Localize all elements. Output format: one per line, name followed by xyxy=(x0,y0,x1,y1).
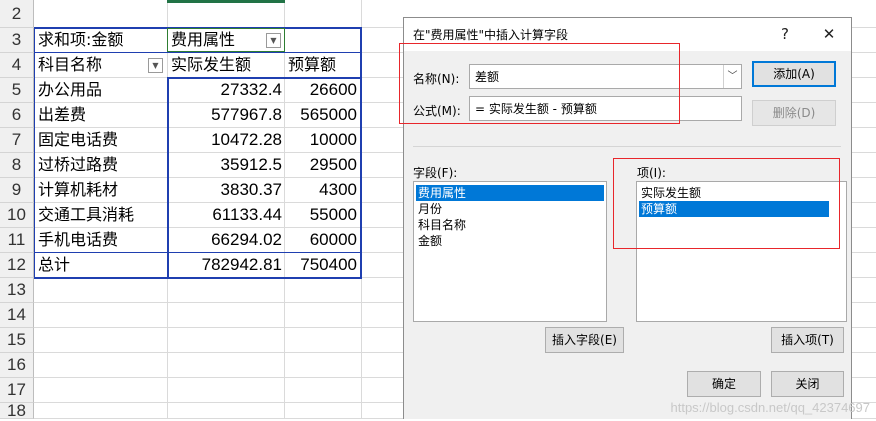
row-header[interactable]: 6 xyxy=(0,103,34,128)
total-label[interactable]: 总计 xyxy=(38,253,70,277)
watermark: https://blog.csdn.net/qq_42374697 xyxy=(670,400,871,415)
actual-value[interactable]: 61133.44 xyxy=(171,203,282,227)
insert-field-button[interactable]: 插入字段(E) xyxy=(545,327,624,353)
budget-value[interactable]: 565000 xyxy=(284,103,357,127)
list-item[interactable]: 月份 xyxy=(416,201,604,217)
row-label[interactable]: 出差费 xyxy=(38,103,86,127)
actual-value[interactable]: 577967.8 xyxy=(171,103,282,127)
budget-value[interactable]: 4300 xyxy=(284,178,357,202)
pivot-row-field[interactable]: 科目名称 xyxy=(38,53,102,77)
insert-item-button[interactable]: 插入项(T) xyxy=(771,327,844,353)
row-label[interactable]: 计算机耗材 xyxy=(38,178,118,202)
row-header[interactable]: 15 xyxy=(0,328,34,353)
row-label[interactable]: 交通工具消耗 xyxy=(38,203,134,227)
row-label[interactable]: 办公用品 xyxy=(38,78,102,102)
row-header[interactable]: 11 xyxy=(0,228,34,253)
row-label[interactable]: 过桥过路费 xyxy=(38,153,118,177)
close-button[interactable]: 关闭 xyxy=(771,371,844,397)
row-header[interactable]: 10 xyxy=(0,203,34,228)
highlight-box xyxy=(399,43,680,124)
row-header[interactable]: 3 xyxy=(0,28,34,53)
row-header[interactable]: 16 xyxy=(0,353,34,378)
list-item[interactable]: 费用属性 xyxy=(416,185,604,201)
row-header[interactable]: 13 xyxy=(0,278,34,303)
budget-value[interactable]: 55000 xyxy=(284,203,357,227)
actual-value[interactable]: 35912.5 xyxy=(171,153,282,177)
help-icon[interactable]: ? xyxy=(774,23,796,45)
fields-listbox[interactable]: 费用属性 月份 科目名称 金额 xyxy=(413,181,607,322)
budget-value[interactable]: 29500 xyxy=(284,153,357,177)
list-item[interactable]: 金额 xyxy=(416,233,604,249)
actual-value[interactable]: 27332.4 xyxy=(171,78,282,102)
row-header[interactable]: 5 xyxy=(0,78,34,103)
row-label[interactable]: 固定电话费 xyxy=(38,128,118,152)
row-field-filter-button[interactable]: ▼ xyxy=(148,58,163,73)
budget-value[interactable]: 26600 xyxy=(284,78,357,102)
pivot-sum-label[interactable]: 求和项:金额 xyxy=(38,28,123,52)
dialog-title: 在"费用属性"中插入计算字段 xyxy=(413,28,569,42)
row-header[interactable]: 4 xyxy=(0,53,34,78)
row-header[interactable]: 2 xyxy=(0,0,34,28)
row-header[interactable]: 7 xyxy=(0,128,34,153)
active-column-indicator xyxy=(167,0,285,3)
budget-value[interactable]: 10000 xyxy=(284,128,357,152)
add-button[interactable]: 添加(A) xyxy=(752,61,836,87)
actual-value[interactable]: 66294.02 xyxy=(171,228,282,252)
fields-label: 字段(F): xyxy=(413,166,458,180)
col-header-actual[interactable]: 实际发生额 xyxy=(171,53,251,77)
delete-button[interactable]: 删除(D) xyxy=(752,100,836,126)
actual-value[interactable]: 10472.28 xyxy=(171,128,282,152)
row-header[interactable]: 14 xyxy=(0,303,34,328)
row-header[interactable]: 9 xyxy=(0,178,34,203)
row-header[interactable]: 12 xyxy=(0,253,34,278)
row-header[interactable]: 8 xyxy=(0,153,34,178)
col-header-budget[interactable]: 预算额 xyxy=(288,53,336,77)
list-item[interactable]: 科目名称 xyxy=(416,217,604,233)
separator xyxy=(413,146,841,147)
total-budget-value[interactable]: 750400 xyxy=(284,253,357,277)
ok-button[interactable]: 确定 xyxy=(687,371,761,397)
total-actual-value[interactable]: 782942.81 xyxy=(171,253,282,277)
row-header[interactable]: 17 xyxy=(0,378,34,403)
close-icon[interactable]: ✕ xyxy=(818,23,840,45)
actual-value[interactable]: 3830.37 xyxy=(171,178,282,202)
highlight-box xyxy=(613,158,840,249)
row-header[interactable]: 18 xyxy=(0,401,34,420)
budget-value[interactable]: 60000 xyxy=(284,228,357,252)
column-field-filter-button[interactable]: ▼ xyxy=(266,33,281,48)
row-label[interactable]: 手机电话费 xyxy=(38,228,118,252)
chevron-down-icon[interactable]: ﹀ xyxy=(723,65,741,88)
